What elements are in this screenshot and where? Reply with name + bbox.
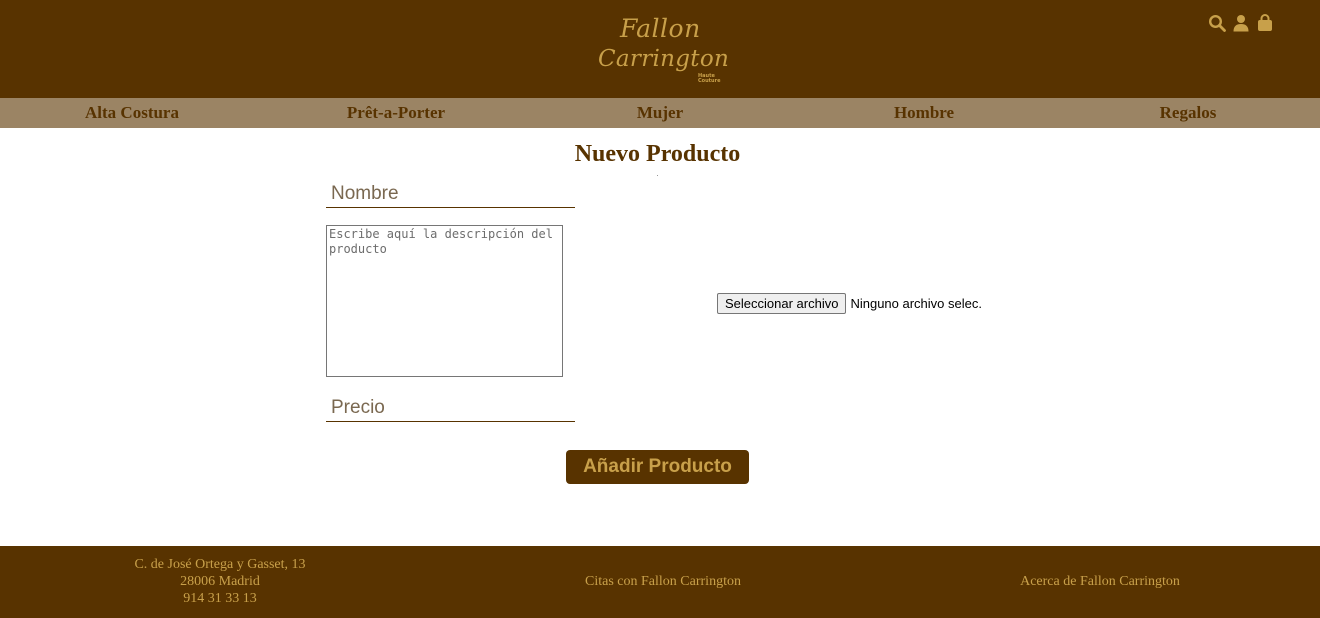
file-upload: Seleccionar archivo Ninguno archivo sele…	[717, 293, 982, 314]
product-name-input[interactable]	[326, 180, 575, 208]
nav-item-alta-costura[interactable]: Alta Costura	[0, 98, 264, 128]
user-icon[interactable]	[1232, 14, 1250, 32]
phone-number: 914 31 33 13	[183, 591, 257, 606]
footer-address: C. de José Ortega y Gasset, 13 28006 Mad…	[120, 556, 320, 607]
product-price-input[interactable]	[326, 394, 575, 422]
logo-line-2: Carrington	[598, 46, 730, 72]
divider-dot	[657, 175, 658, 176]
shopping-bag-icon[interactable]	[1256, 14, 1274, 32]
file-status-text: Ninguno archivo selec.	[850, 296, 982, 311]
about-link[interactable]: Acerca de Fallon Carrington	[990, 573, 1210, 590]
select-file-button[interactable]: Seleccionar archivo	[717, 293, 847, 314]
address-city: 28006 Madrid	[180, 574, 260, 589]
address-street: C. de José Ortega y Gasset, 13	[134, 557, 306, 572]
header-icons	[1208, 13, 1274, 33]
page-title: Nuevo Producto	[574, 141, 741, 167]
logo-tagline: Haute Couture	[698, 74, 720, 84]
add-product-button[interactable]: Añadir Producto	[566, 450, 749, 484]
nav-item-hombre[interactable]: Hombre	[792, 98, 1056, 128]
search-icon[interactable]	[1208, 14, 1226, 32]
brand-logo[interactable]: Fallon Carrington Haute Couture	[596, 14, 729, 90]
main-nav: Alta Costura Prêt-a-Porter Mujer Hombre …	[0, 98, 1320, 128]
logo-line-1: Fallon	[620, 14, 701, 43]
nav-item-pret-a-porter[interactable]: Prêt-a-Porter	[264, 98, 528, 128]
product-description-textarea[interactable]	[326, 225, 563, 377]
appointments-link[interactable]: Citas con Fallon Carrington	[553, 573, 773, 590]
site-footer: C. de José Ortega y Gasset, 13 28006 Mad…	[0, 546, 1320, 618]
logo-tag-couture: Couture	[698, 78, 721, 84]
site-header: Fallon Carrington Haute Couture	[0, 0, 1320, 98]
nav-item-regalos[interactable]: Regalos	[1056, 98, 1320, 128]
nav-item-mujer[interactable]: Mujer	[528, 98, 792, 128]
